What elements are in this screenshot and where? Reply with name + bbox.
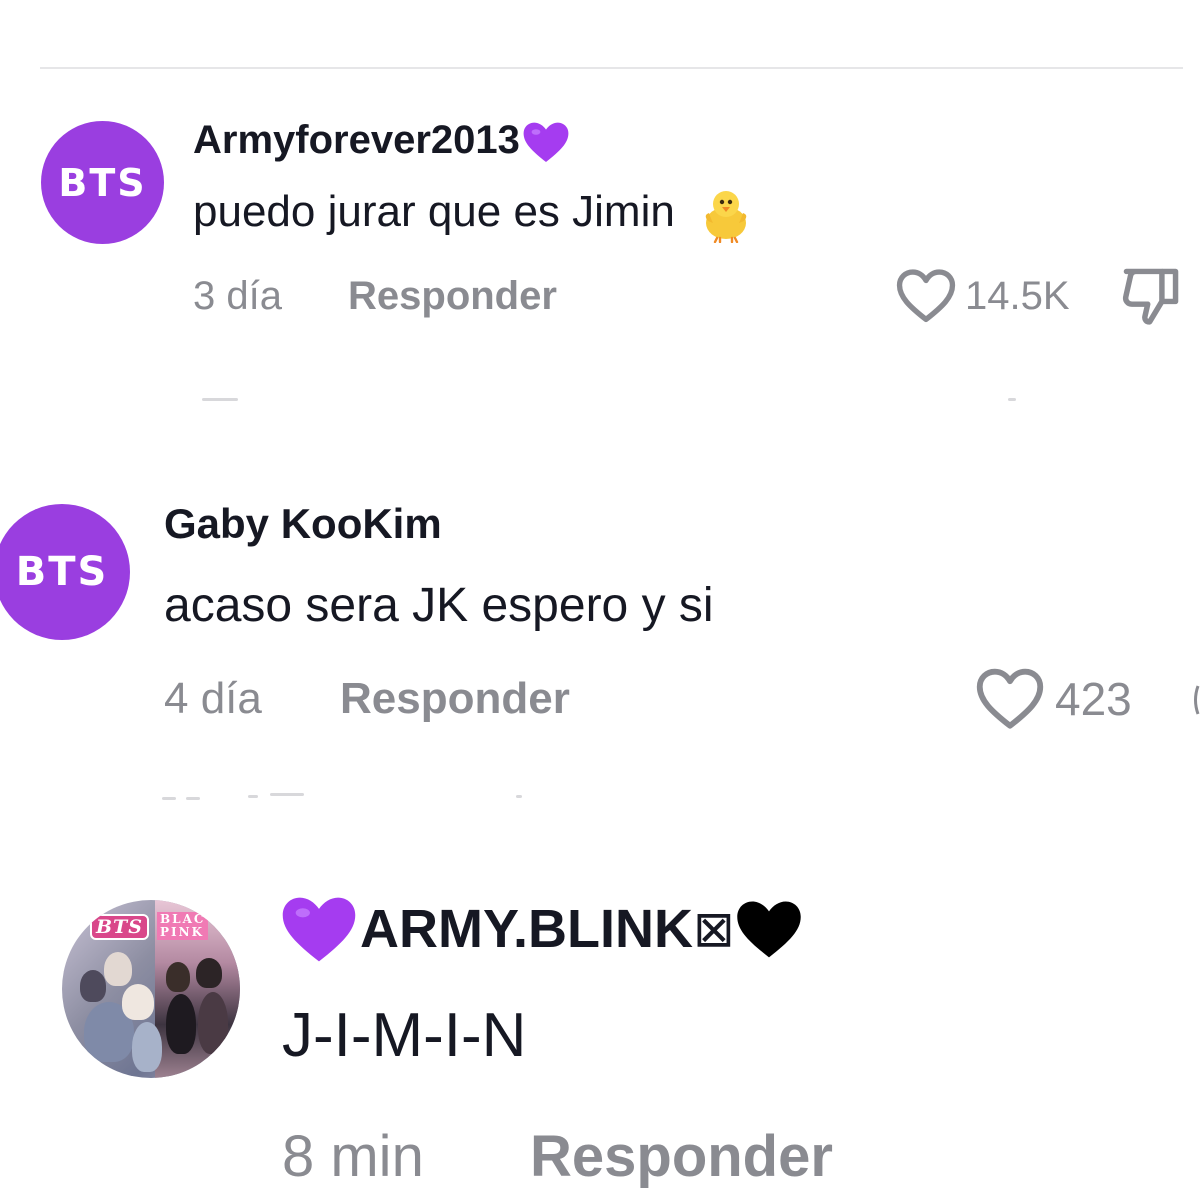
comment-time: 4 día	[164, 674, 262, 723]
heart-outline-icon	[975, 667, 1045, 731]
dislike-icon[interactable]	[1118, 266, 1184, 326]
heart-outline-icon	[895, 268, 957, 324]
view-replies-fragment	[248, 795, 258, 798]
reply-button[interactable]: Responder	[340, 672, 570, 726]
avatar-bp-label-line2: PINK	[160, 925, 205, 939]
comment-username[interactable]: ARMY.BLINK ⊠	[280, 895, 803, 963]
view-replies-fragment	[186, 797, 200, 800]
like-count: 14.5K	[965, 273, 1070, 318]
username-text: ARMY.BLINK	[360, 899, 693, 959]
black-heart-icon	[735, 899, 803, 959]
purple-heart-icon	[522, 121, 570, 163]
reply-button[interactable]: Responder	[348, 272, 557, 320]
comment-time: 3 día	[193, 274, 282, 318]
comment-time: 8 min	[282, 1124, 424, 1189]
comment-username[interactable]: Armyforever2013	[193, 116, 570, 164]
reply-button[interactable]: Responder	[530, 1122, 833, 1192]
divider-fragment	[1008, 398, 1016, 401]
avatar-label: BTS	[58, 160, 147, 205]
like-button[interactable]: 14.5K	[895, 266, 1070, 326]
dislike-icon[interactable]	[1192, 684, 1200, 716]
comment-username[interactable]: Gaby KooKim	[164, 498, 442, 550]
username-text: Armyforever2013	[193, 118, 520, 162]
like-button[interactable]: 423	[975, 666, 1132, 732]
view-replies-fragment	[162, 797, 176, 800]
avatar[interactable]: BTS	[0, 504, 130, 640]
comment-text: acaso sera JK espero y si	[164, 579, 714, 632]
avatar-label: BTS	[15, 549, 109, 595]
comments-screen: BTS Armyforever2013 puedo jurar que es J…	[0, 0, 1200, 1200]
comment-text-content: puedo jurar que es Jimin	[193, 187, 675, 236]
purple-heart-icon	[280, 895, 358, 963]
avatar-photo: BTS BLAC PINK	[62, 900, 240, 1078]
missing-glyph: ⊠	[693, 901, 735, 957]
like-count: 423	[1055, 673, 1132, 725]
comment-item: BTS BLAC PINK ARMY.BLINK ⊠ J-I-M-I-N 8 mi…	[0, 880, 1200, 1200]
comment-item: BTS Armyforever2013 puedo jurar que es J…	[0, 0, 1200, 380]
avatar[interactable]: BTS BLAC PINK	[62, 900, 240, 1078]
avatar-bts-label: BTS	[90, 914, 149, 940]
comment-text: J-I-M-I-N	[282, 1001, 527, 1070]
comment-item: BTS Gaby KooKim acaso sera JK espero y s…	[0, 440, 1200, 740]
avatar-blackpink-label: BLAC PINK	[157, 912, 209, 940]
divider-fragment	[202, 398, 238, 401]
baby-chick-icon	[699, 185, 753, 244]
view-replies-fragment	[516, 795, 522, 798]
view-replies-fragment	[270, 793, 304, 796]
comment-text: puedo jurar que es Jimin	[193, 184, 753, 244]
avatar[interactable]: BTS	[41, 121, 164, 244]
